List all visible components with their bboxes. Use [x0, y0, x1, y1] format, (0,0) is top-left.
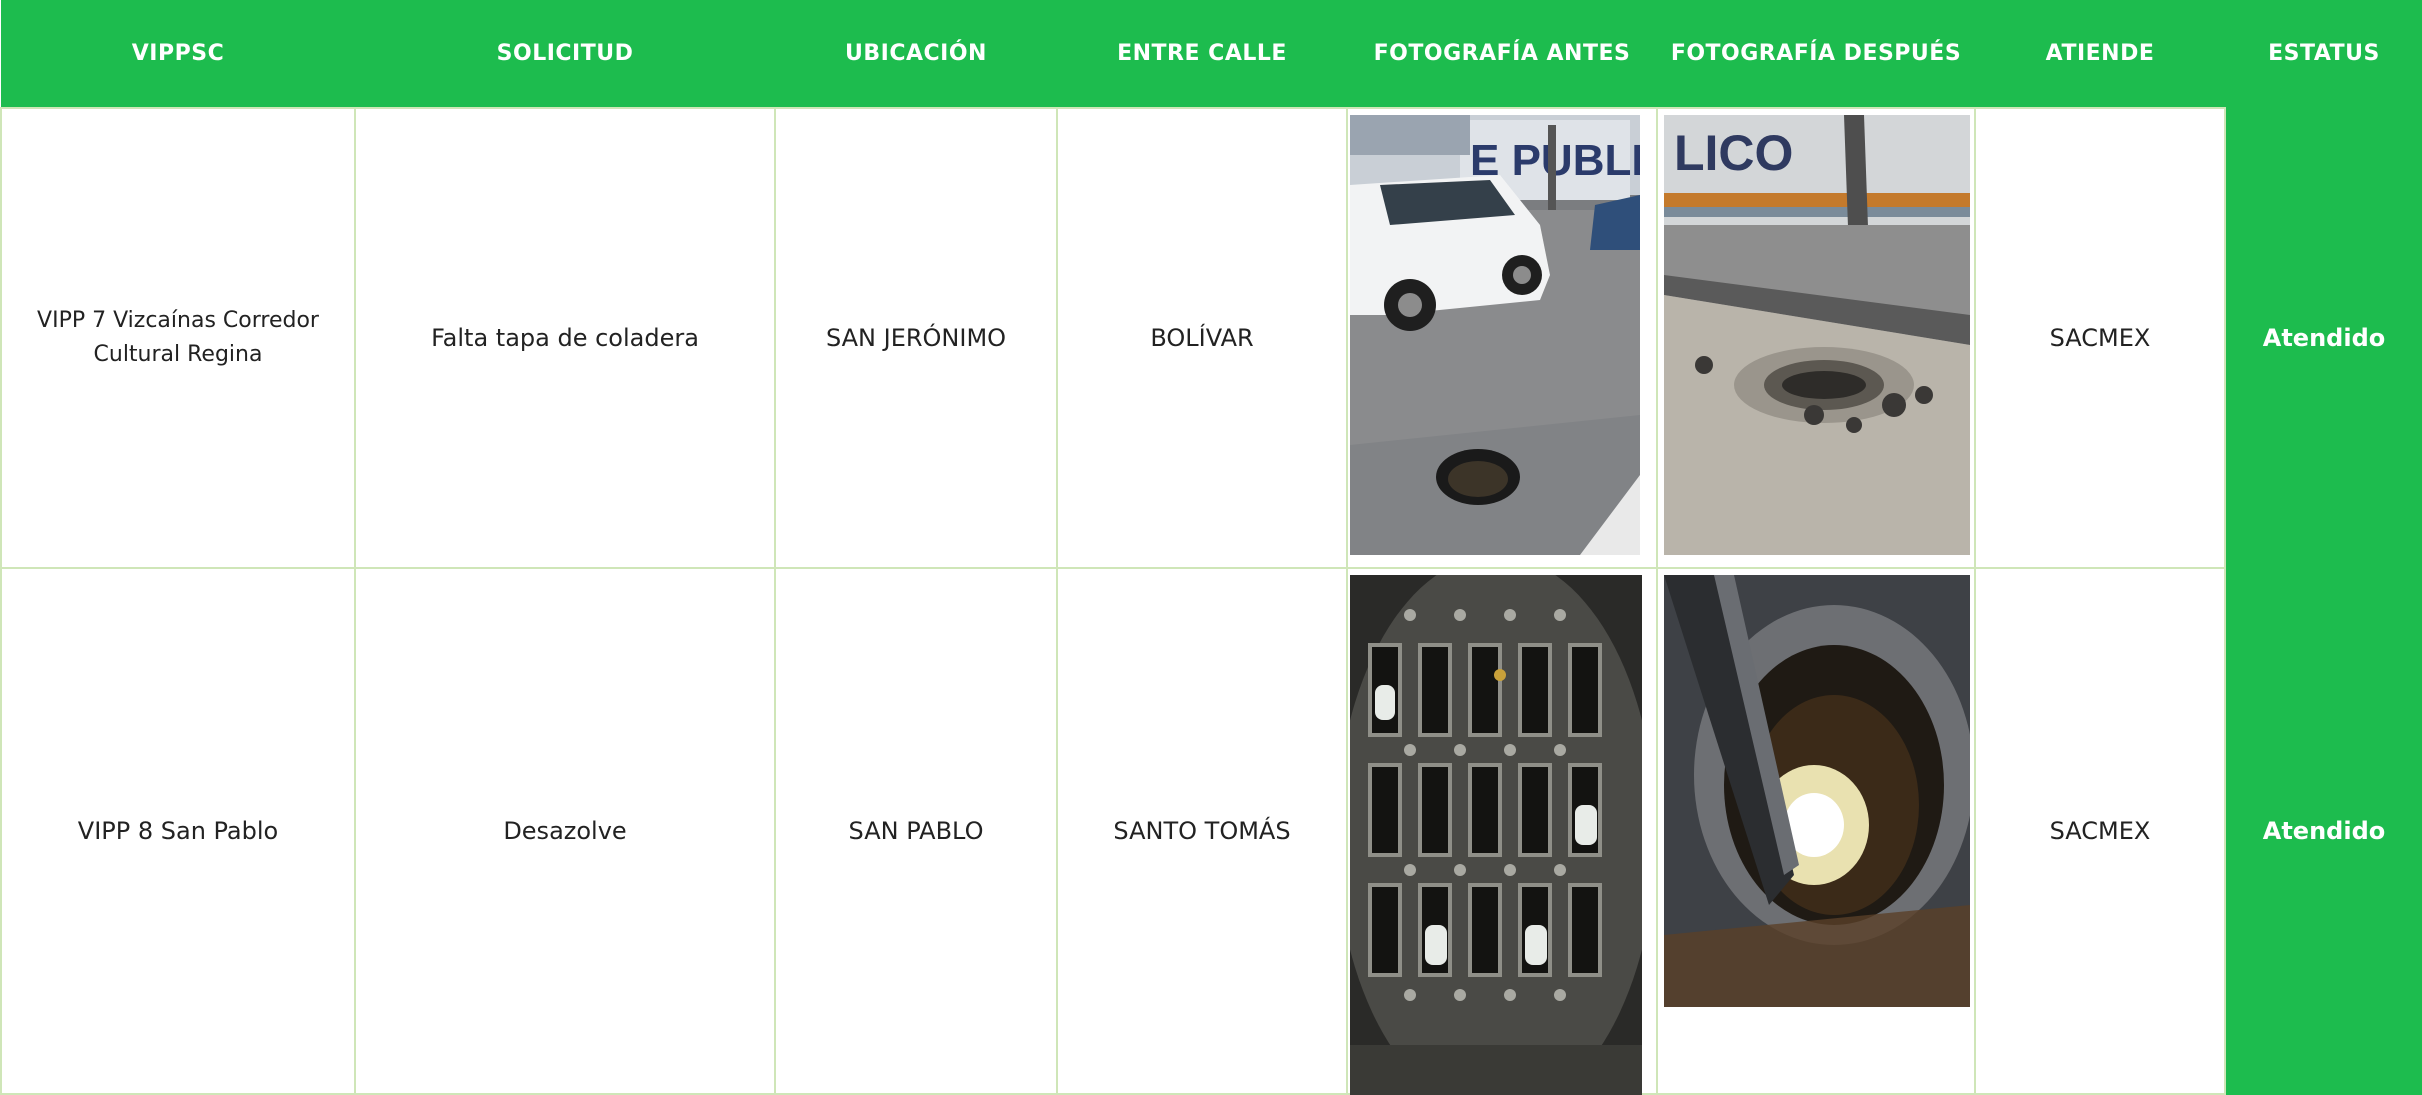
cell-foto-antes [1346, 567, 1658, 1095]
cell-foto-despues [1656, 567, 1976, 1095]
header-solicitud: SOLICITUD [355, 0, 775, 108]
cell-atiende: SACMEX [1974, 567, 2226, 1095]
photo-after-repaired-manhole: LICO [1664, 115, 1970, 555]
cell-solicitud: Desazolve [354, 567, 776, 1095]
header-row: VIPPSC SOLICITUD UBICACIÓN ENTRE CALLE F… [1, 0, 2422, 108]
header-entre-calle: ENTRE CALLE [1057, 0, 1347, 108]
photo-before-clogged-grate [1350, 575, 1642, 1095]
svg-text:LICO: LICO [1674, 125, 1793, 181]
photo-after-cleared-drain [1664, 575, 1970, 1007]
table-row: VIPP 7 Vizcaínas Corredor Cultural Regin… [0, 107, 2422, 569]
requests-table: VIPPSC SOLICITUD UBICACIÓN ENTRE CALLE F… [0, 0, 2422, 1095]
header-foto-despues: FOTOGRAFÍA DESPUÉS [1657, 0, 1975, 108]
cell-atiende: SACMEX [1974, 107, 2226, 569]
cell-foto-despues: LICO [1656, 107, 1976, 569]
header-foto-antes: FOTOGRAFÍA ANTES [1347, 0, 1657, 108]
cell-entre-calle: SANTO TOMÁS [1056, 567, 1348, 1095]
header-estatus: ESTATUS [2225, 0, 2422, 108]
table-row: VIPP 8 San Pablo Desazolve SAN PABLO SAN… [0, 567, 2422, 1095]
header-vippsc: VIPPSC [1, 0, 355, 108]
header-ubicacion: UBICACIÓN [775, 0, 1057, 108]
cell-ubicacion: SAN PABLO [774, 567, 1058, 1095]
cell-foto-antes: E PUBLICO [1346, 107, 1658, 569]
photo-before-open-manhole: E PUBLICO [1350, 115, 1640, 555]
cell-solicitud: Falta tapa de coladera [354, 107, 776, 569]
status-badge: Atendido [2224, 107, 2422, 569]
cell-vippsc: VIPP 7 Vizcaínas Corredor Cultural Regin… [0, 107, 356, 569]
cell-ubicacion: SAN JERÓNIMO [774, 107, 1058, 569]
status-badge: Atendido [2224, 567, 2422, 1095]
header-atiende: ATIENDE [1975, 0, 2225, 108]
cell-vippsc: VIPP 8 San Pablo [0, 567, 356, 1095]
cell-entre-calle: BOLÍVAR [1056, 107, 1348, 569]
